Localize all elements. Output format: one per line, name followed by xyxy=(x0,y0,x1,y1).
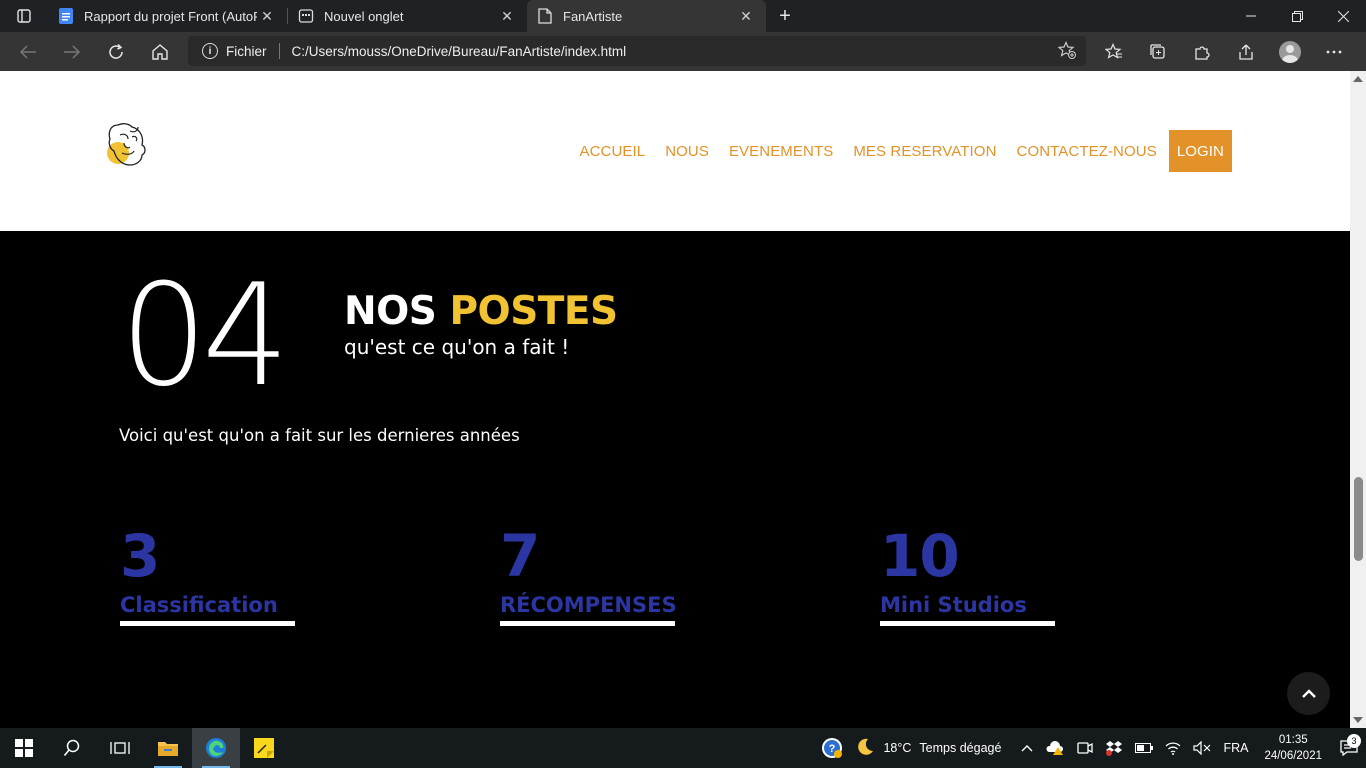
search-icon[interactable] xyxy=(48,728,96,768)
toolbar-icons xyxy=(1092,32,1356,71)
start-button[interactable] xyxy=(0,728,48,768)
tab-title: FanArtiste xyxy=(563,8,623,24)
favorites-icon[interactable] xyxy=(1092,32,1136,71)
home-icon[interactable] xyxy=(138,32,182,71)
section-title: NOS POSTES xyxy=(344,289,618,334)
back-to-top-button[interactable] xyxy=(1287,672,1330,715)
tab-title: Nouvel onglet xyxy=(324,8,404,24)
nav-contactez-nous[interactable]: CONTACTEZ-NOUS xyxy=(1017,143,1157,160)
battery-icon[interactable] xyxy=(1129,743,1159,753)
chevron-up-icon xyxy=(1301,688,1316,698)
stat-underline xyxy=(500,621,675,626)
section-intro: Voici qu'est qu'on a fait sur les dernie… xyxy=(119,426,520,445)
weather-temp: 18°C xyxy=(883,741,912,755)
notification-center-icon[interactable]: 3 xyxy=(1332,734,1366,756)
tab-rapport[interactable]: Rapport du projet Front (AutoRe ✕ xyxy=(48,0,287,32)
edge-icon[interactable] xyxy=(192,728,240,768)
stat-value: 7 xyxy=(500,522,540,590)
stat-label: Mini Studios xyxy=(880,593,1027,617)
stat-mini-studios: 10 Mini Studios xyxy=(880,527,1060,626)
window-controls xyxy=(1228,0,1366,32)
newtab-icon xyxy=(298,8,314,24)
section-title-highlight: POSTES xyxy=(449,289,618,334)
language-indicator[interactable]: FRA xyxy=(1217,741,1254,755)
meet-now-icon[interactable] xyxy=(1071,741,1099,755)
browser-tab-bar: Rapport du projet Front (AutoRe ✕ Nouvel… xyxy=(0,0,1366,32)
forward-icon[interactable] xyxy=(50,32,94,71)
file-explorer-icon[interactable] xyxy=(144,728,192,768)
url-text[interactable]: C:/Users/mouss/OneDrive/Bureau/FanArtist… xyxy=(292,44,627,59)
section-title-main: NOS xyxy=(344,289,437,334)
profile-avatar[interactable] xyxy=(1268,32,1312,71)
close-tab-icon[interactable]: ✕ xyxy=(497,8,517,25)
browser-toolbar: i Fichier C:/Users/mouss/OneDrive/Bureau… xyxy=(0,32,1366,71)
info-icon[interactable]: i xyxy=(202,43,218,59)
tab-nouvel-onglet[interactable]: Nouvel onglet ✕ xyxy=(288,0,527,32)
nav-accueil[interactable]: ACCUEIL xyxy=(579,143,645,160)
avatar xyxy=(1279,40,1301,63)
task-view-icon[interactable] xyxy=(96,728,144,768)
main-nav: ACCUEIL NOUS EVENEMENTS MES RESERVATION … xyxy=(559,130,1232,172)
restore-icon[interactable] xyxy=(1274,0,1320,32)
stat-classification: 3 Classification xyxy=(120,527,300,626)
back-icon[interactable] xyxy=(6,32,50,71)
tab-fanartiste[interactable]: FanArtiste ✕ xyxy=(527,0,766,32)
sticky-notes-icon[interactable] xyxy=(240,728,288,768)
nav-evenements[interactable]: EVENEMENTS xyxy=(729,143,833,160)
windows-taskbar: ? 18°C Temps dégagé FRA 01:35 24/06/2021… xyxy=(0,728,1366,768)
volume-muted-icon[interactable] xyxy=(1187,741,1217,755)
close-tab-icon[interactable]: ✕ xyxy=(257,8,277,25)
clock-time: 01:35 xyxy=(1278,734,1308,746)
tab-actions-icon[interactable] xyxy=(0,0,48,32)
weather-widget[interactable]: 18°C Temps dégagé xyxy=(849,737,1007,760)
tab-title: Rapport du projet Front (AutoRe xyxy=(84,8,257,24)
close-tab-icon[interactable]: ✕ xyxy=(736,8,756,25)
chevron-up-icon[interactable] xyxy=(1015,744,1039,752)
weather-desc: Temps dégagé xyxy=(919,741,1002,755)
more-menu-icon[interactable] xyxy=(1312,32,1356,71)
page-viewport: ACCUEIL NOUS EVENEMENTS MES RESERVATION … xyxy=(0,71,1350,728)
close-window-icon[interactable] xyxy=(1320,0,1366,32)
site-header: ACCUEIL NOUS EVENEMENTS MES RESERVATION … xyxy=(0,71,1350,231)
section-number: 04 xyxy=(120,253,290,418)
docs-icon xyxy=(58,8,74,24)
stat-value: 10 xyxy=(880,522,960,590)
page-scrollbar[interactable] xyxy=(1350,71,1366,728)
notification-badge: 3 xyxy=(1347,734,1361,748)
system-tray: ? 18°C Temps dégagé FRA 01:35 24/06/2021… xyxy=(815,728,1366,768)
help-icon[interactable]: ? xyxy=(815,737,849,759)
address-divider xyxy=(278,43,280,59)
scroll-down-icon[interactable] xyxy=(1353,717,1363,723)
site-logo[interactable] xyxy=(104,119,148,173)
share-icon[interactable] xyxy=(1224,32,1268,71)
clock-date: 24/06/2021 xyxy=(1264,750,1322,762)
stat-label: RÉCOMPENSES xyxy=(500,593,677,617)
collections-icon[interactable] xyxy=(1136,32,1180,71)
stat-underline xyxy=(120,621,295,626)
stat-value: 3 xyxy=(120,522,160,590)
new-tab-button[interactable]: + xyxy=(766,0,804,32)
moon-icon xyxy=(855,737,875,760)
extensions-icon[interactable] xyxy=(1180,32,1224,71)
scheme-label: Fichier xyxy=(226,43,267,59)
scroll-thumb[interactable] xyxy=(1354,477,1363,561)
nav-nous[interactable]: NOUS xyxy=(665,143,709,160)
page-icon xyxy=(537,8,553,24)
onedrive-warning-icon[interactable] xyxy=(1039,740,1071,756)
refresh-icon[interactable] xyxy=(94,32,138,71)
windows-icon xyxy=(15,739,33,757)
clock[interactable]: 01:35 24/06/2021 xyxy=(1254,732,1332,764)
add-favorite-icon[interactable] xyxy=(1057,40,1076,62)
stat-underline xyxy=(880,621,1055,626)
minimize-icon[interactable] xyxy=(1228,0,1274,32)
section-subtitle: qu'est ce qu'on a fait ! xyxy=(344,335,570,359)
address-bar[interactable]: i Fichier C:/Users/mouss/OneDrive/Bureau… xyxy=(188,36,1086,66)
nav-mes-reservation[interactable]: MES RESERVATION xyxy=(853,143,996,160)
stat-recompenses: 7 RÉCOMPENSES xyxy=(500,527,680,626)
stat-label: Classification xyxy=(120,593,278,617)
dropbox-icon[interactable] xyxy=(1099,740,1129,756)
login-button[interactable]: LOGIN xyxy=(1168,130,1232,172)
wifi-icon[interactable] xyxy=(1159,741,1187,755)
scroll-up-icon[interactable] xyxy=(1353,76,1363,82)
